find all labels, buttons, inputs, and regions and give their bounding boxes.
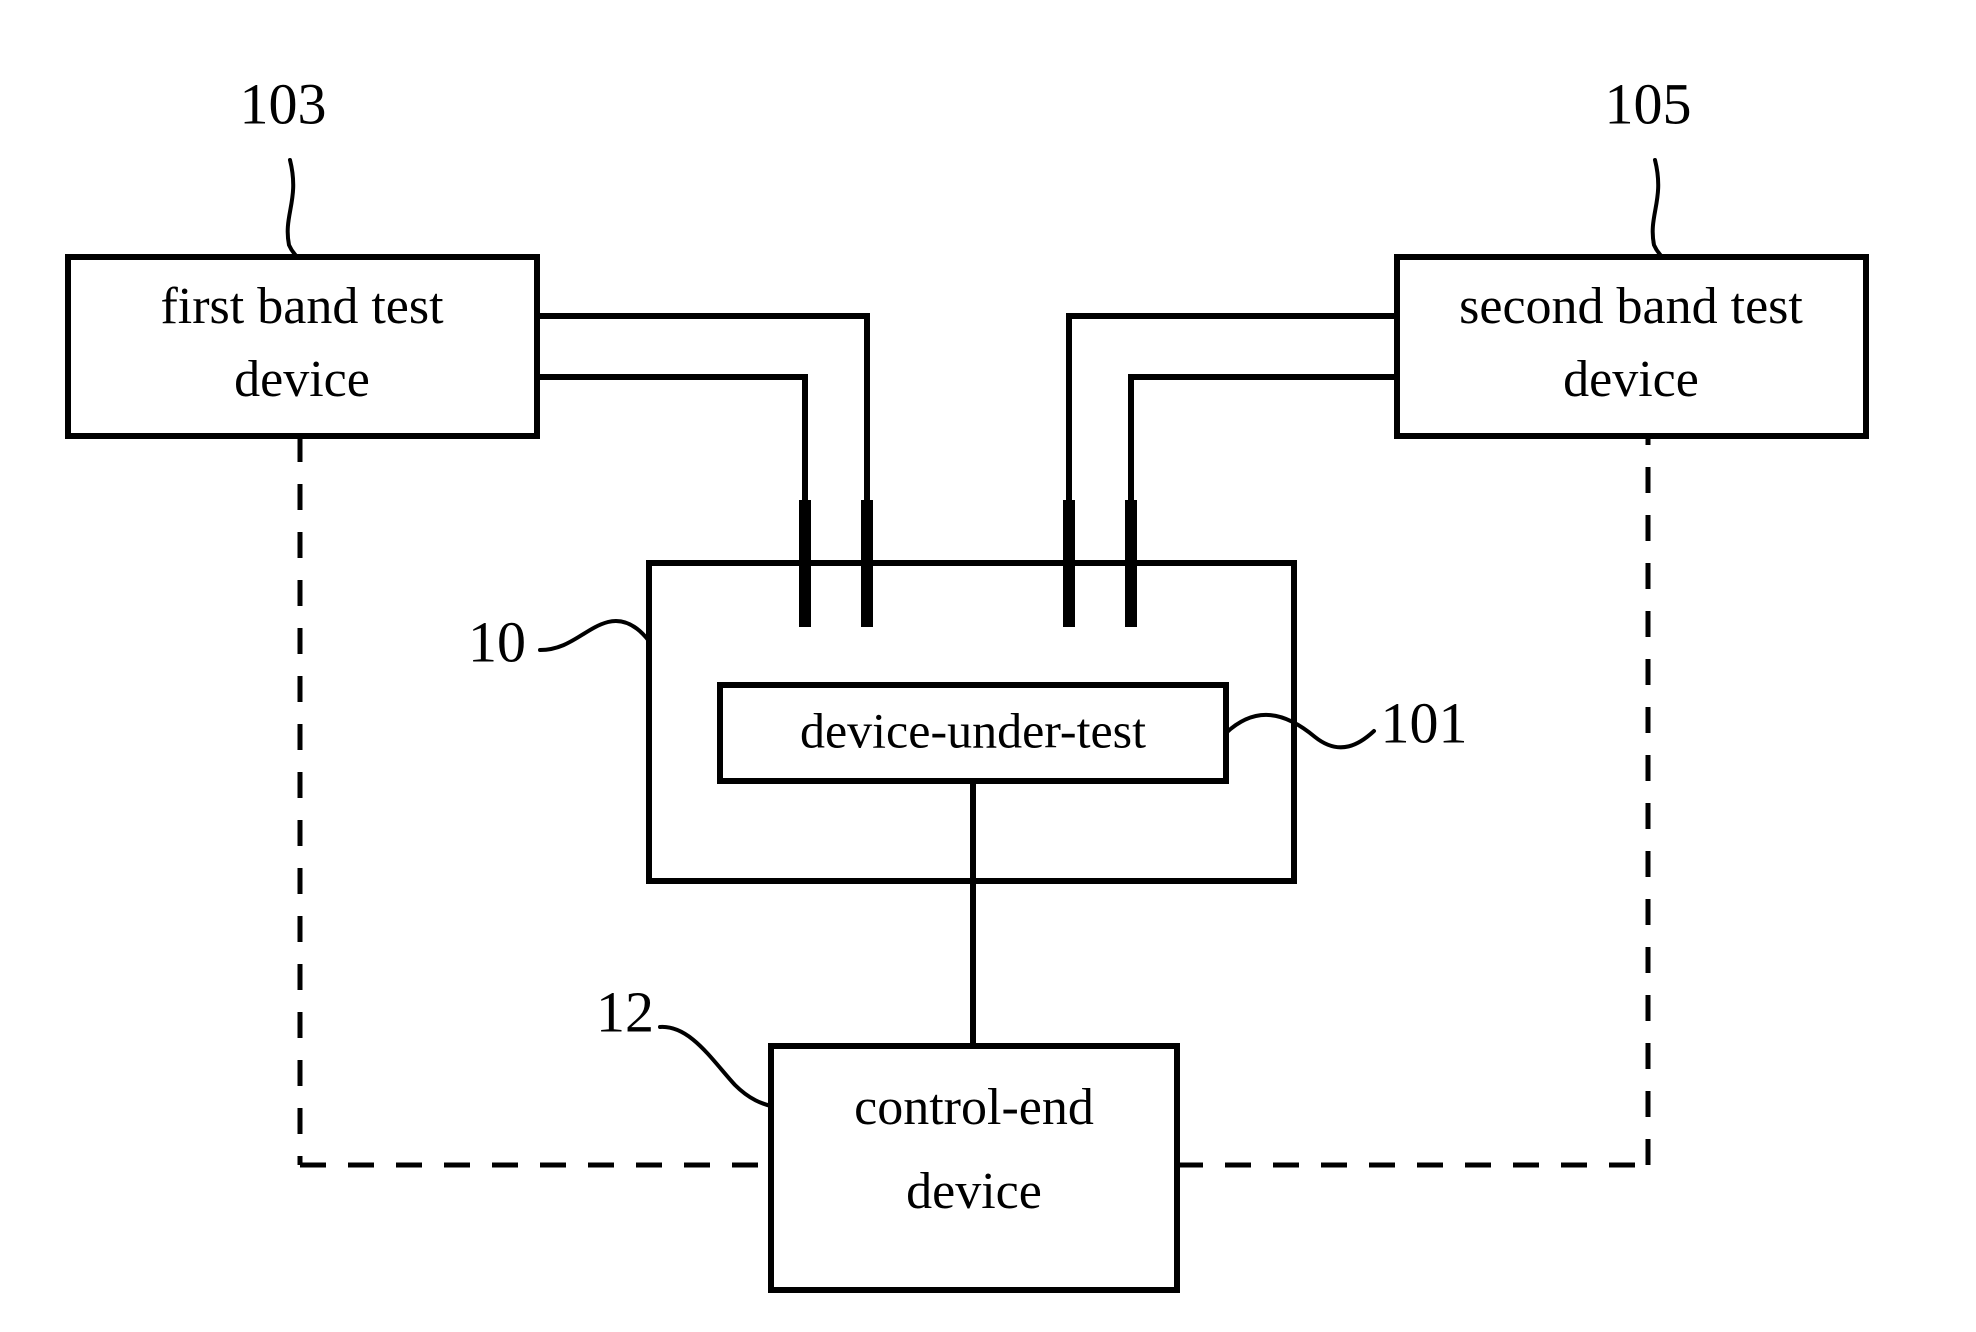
second-band-test-device-label-line2: device — [1563, 351, 1699, 408]
leader-12 — [658, 1024, 773, 1108]
wire-second-band-lower — [1128, 374, 1397, 512]
control-end-device-label-line2: device — [906, 1163, 1042, 1220]
reference-numeral-10: 10 — [468, 609, 526, 674]
patent-figure: device-under-test first band test device… — [0, 0, 1976, 1332]
leader-105 — [1650, 158, 1664, 259]
device-under-test-label: device-under-test — [800, 702, 1146, 758]
second-band-wires — [1066, 313, 1397, 512]
first-band-test-device-label-line2: device — [234, 351, 370, 408]
second-band-test-device-label-line1: second band test — [1459, 278, 1803, 335]
reference-numeral-105: 105 — [1605, 71, 1692, 136]
control-end-device-label-line1: control-end — [854, 1079, 1094, 1136]
diagram-canvas: device-under-test first band test device… — [65, 71, 1869, 1293]
reference-numeral-12: 12 — [596, 979, 654, 1044]
reference-numeral-101: 101 — [1381, 690, 1468, 755]
wire-first-band-lower — [537, 374, 808, 512]
leader-103 — [285, 158, 299, 259]
wire-second-band-upper — [1066, 313, 1397, 512]
leader-10 — [538, 619, 651, 652]
first-band-wires — [537, 313, 870, 512]
wire-first-band-upper — [537, 313, 870, 512]
reference-numeral-103: 103 — [240, 71, 327, 136]
first-band-test-device-label-line1: first band test — [160, 278, 444, 335]
